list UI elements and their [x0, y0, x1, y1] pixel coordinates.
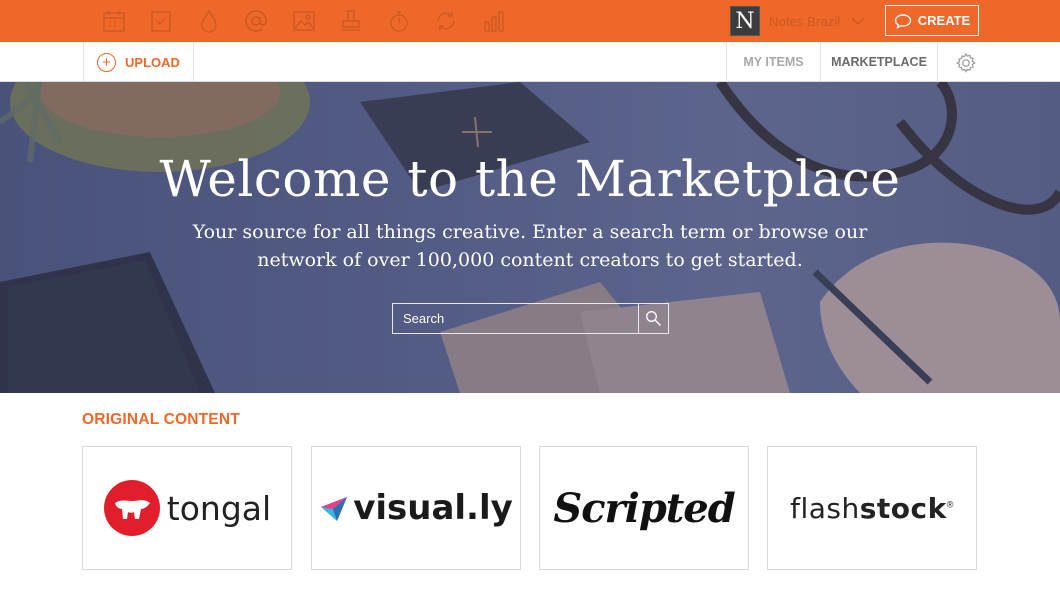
account-switcher[interactable]: N Notes Brazil	[730, 6, 866, 36]
partner-name-flashstock: flashstock®	[790, 492, 954, 525]
registered-mark-icon: ®	[946, 499, 954, 510]
search-box	[392, 303, 669, 334]
calendar-icon[interactable]	[90, 8, 138, 34]
hero-subtitle-line-2: network of over 100,000 content creators…	[257, 249, 803, 271]
search-input[interactable]	[393, 304, 638, 333]
chevron-down-icon	[851, 17, 865, 26]
image-icon[interactable]	[280, 8, 328, 34]
tool-icon-bar	[90, 8, 518, 34]
partner-card-scripted[interactable]: Scripted	[539, 446, 749, 570]
account-name: Notes Brazil	[769, 13, 841, 29]
section-title: ORIGINAL CONTENT	[82, 411, 240, 428]
at-icon[interactable]	[233, 8, 281, 34]
upload-button[interactable]: + UPLOAD	[83, 42, 194, 82]
tab-my-items[interactable]: MY ITEMS	[726, 42, 820, 82]
partner-name-flashstock-part2: stock	[859, 491, 947, 525]
upload-label: UPLOAD	[125, 54, 180, 70]
hero-title: Welcome to the Marketplace	[159, 150, 901, 208]
cycle-icon[interactable]	[423, 8, 471, 34]
partner-name-tongal: tongal	[166, 488, 272, 528]
hero-subtitle: Your source for all things creative. Ent…	[180, 218, 880, 274]
drop-icon[interactable]	[185, 8, 233, 34]
stopwatch-icon[interactable]	[375, 8, 423, 34]
chat-bubble-icon	[894, 13, 911, 29]
create-button[interactable]: CREATE	[885, 5, 979, 36]
secondary-nav: + UPLOAD MY ITEMS MARKETPLACE	[0, 42, 1060, 82]
plus-circle-icon: +	[97, 52, 117, 72]
tab-marketplace[interactable]: MARKETPLACE	[820, 42, 938, 82]
account-logo: N	[730, 6, 760, 36]
tongal-logo-icon	[103, 480, 160, 536]
hero-banner: Welcome to the Marketplace Your source f…	[0, 82, 1060, 393]
partner-name-flashstock-part1: flash	[790, 491, 860, 525]
visually-logo-icon	[321, 497, 348, 521]
bar-chart-icon[interactable]	[470, 8, 518, 34]
gear-icon[interactable]	[955, 52, 977, 74]
partner-card-tongal[interactable]: tongal	[82, 446, 292, 570]
search-icon	[646, 311, 661, 326]
stamp-icon[interactable]	[328, 8, 376, 34]
partner-name-scripted: Scripted	[553, 484, 735, 532]
partner-card-flashstock[interactable]: flashstock®	[767, 446, 977, 570]
search-button[interactable]	[638, 304, 668, 333]
create-label: CREATE	[917, 13, 971, 28]
partner-card-visually[interactable]: visual.ly	[311, 446, 521, 570]
partner-name-visually: visual.ly	[353, 488, 513, 528]
task-icon[interactable]	[138, 8, 186, 34]
top-toolbar: N Notes Brazil CREATE	[0, 0, 1060, 42]
hero-subtitle-line-1: Your source for all things creative. Ent…	[192, 221, 868, 243]
